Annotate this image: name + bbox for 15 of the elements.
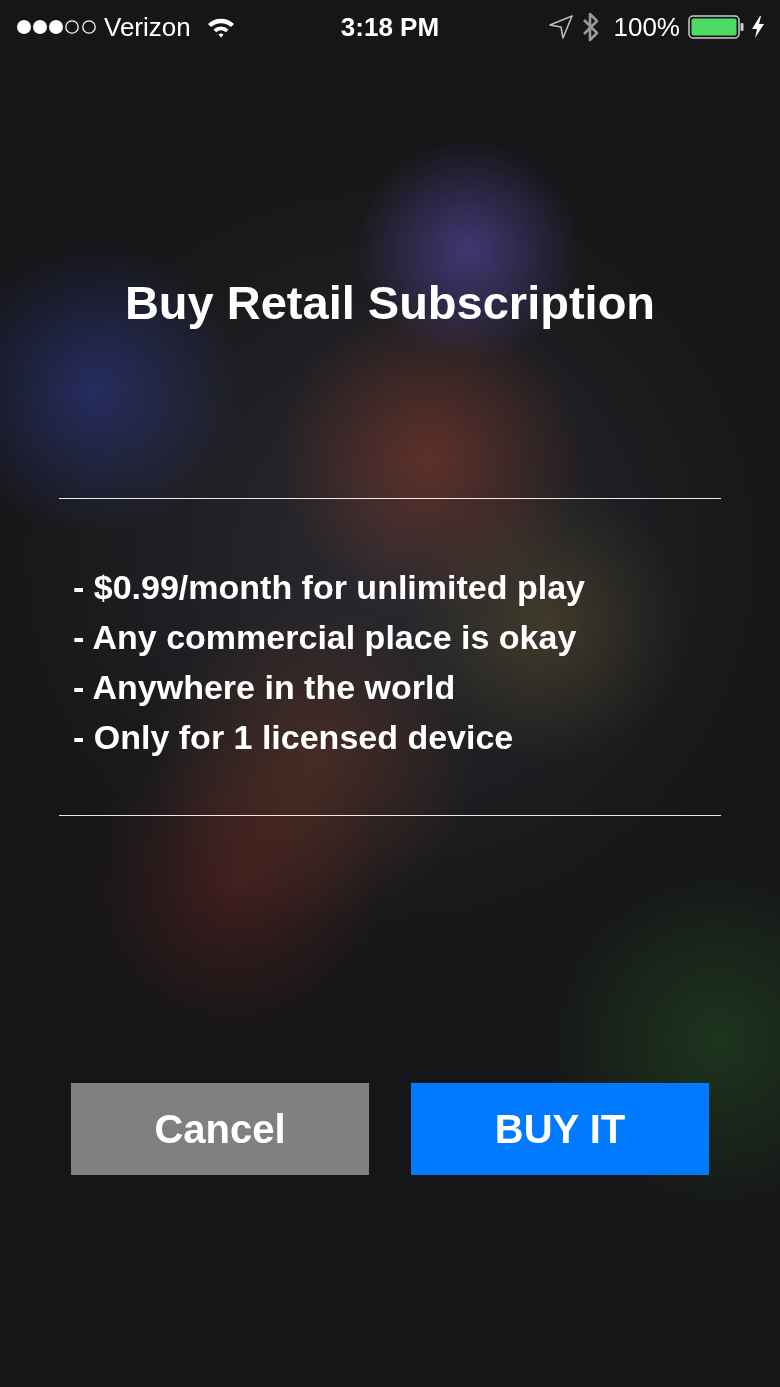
feature-text: - $0.99/month for unlimited play bbox=[73, 567, 585, 608]
feature-text: - Any commercial place is okay bbox=[73, 617, 577, 658]
feature-text: - Only for 1 licensed device bbox=[73, 717, 514, 758]
dialog-title: Buy Retail Subscription bbox=[124, 275, 656, 331]
battery-percentage: 100% bbox=[613, 14, 680, 40]
charging-bolt-icon bbox=[752, 16, 764, 38]
clock-time: 3:18 PM bbox=[340, 14, 440, 40]
feature-text: - Anywhere in the world bbox=[73, 667, 456, 708]
buy-button[interactable]: BUY IT bbox=[411, 1083, 709, 1175]
battery-icon bbox=[688, 15, 744, 39]
location-arrow-icon bbox=[549, 15, 574, 39]
cancel-button[interactable]: Cancel bbox=[71, 1083, 369, 1175]
carrier-name: Verizon bbox=[104, 14, 191, 40]
wifi-icon bbox=[206, 16, 235, 38]
signal-icon bbox=[16, 19, 98, 35]
